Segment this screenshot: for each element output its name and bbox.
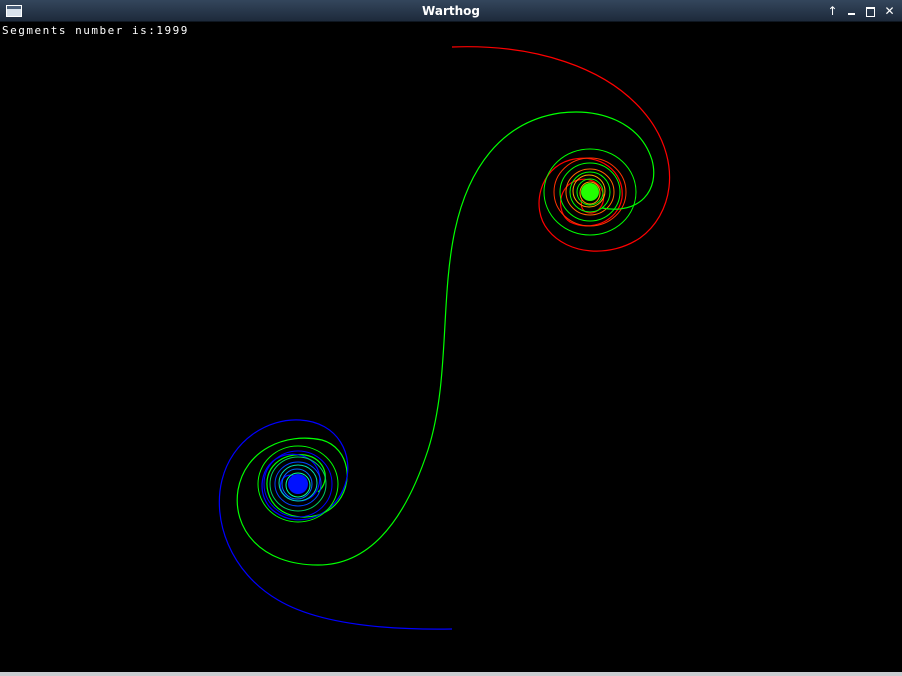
red-spiral-arm [451,46,671,252]
spiral-plot [218,46,671,630]
blue-spiral-arm [218,419,453,630]
warthog-window: Warthog ↑ ✕ Segments number is:1999 [0,0,902,676]
lower-vortex-core [288,474,308,494]
window-bottom-border [0,672,902,676]
segments-status: Segments number is:1999 [2,24,189,37]
upper-vortex-core [581,183,599,201]
